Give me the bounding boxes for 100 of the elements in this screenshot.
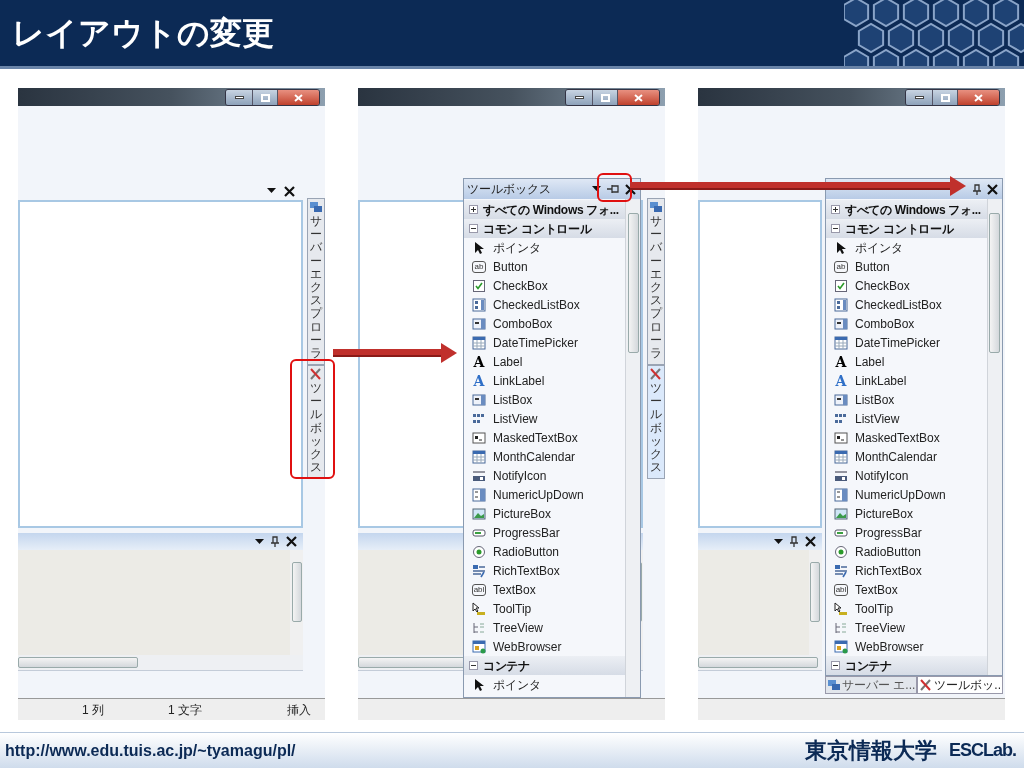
pin-icon[interactable] [607, 185, 619, 193]
toolbox-item[interactable]: MonthCalendar [826, 447, 987, 466]
pin-icon[interactable] [973, 183, 981, 195]
toolbox-item[interactable]: NotifyIcon [464, 466, 625, 485]
toolbox-item[interactable]: ListView [464, 409, 625, 428]
close-icon[interactable] [286, 536, 297, 547]
toolbox-item[interactable]: ab Button [464, 257, 625, 276]
side-tab[interactable]: ツールボックス [307, 365, 325, 480]
toolbox-item[interactable]: RadioButton [826, 542, 987, 561]
toolbox-item[interactable]: WebBrowser [826, 637, 987, 656]
pin-icon[interactable] [271, 536, 279, 547]
dropdown-icon[interactable] [255, 538, 264, 545]
toolbox-item[interactable]: CheckBox [464, 276, 625, 295]
toolbox-item[interactable]: MaskedTextBox [826, 428, 987, 447]
dropdown-icon[interactable] [774, 538, 783, 545]
toolbox-item[interactable]: ToolTip [464, 599, 625, 618]
tooltip-icon [472, 601, 486, 616]
maximize-button[interactable] [592, 90, 617, 105]
toolbox-item[interactable]: DateTimePicker [826, 333, 987, 352]
toolbox-group-header[interactable]: コンテナ [464, 656, 625, 675]
toolbox-item[interactable]: CheckBox [826, 276, 987, 295]
toolbox-group-header[interactable]: コモン コントロール [826, 219, 987, 238]
rich-text-icon [834, 563, 848, 578]
toolbox-item[interactable]: ListBox [464, 390, 625, 409]
scrollbar[interactable] [987, 199, 1002, 675]
toolbox-item[interactable]: ポインタ [826, 238, 987, 257]
toolbox-item[interactable]: ProgressBar [464, 523, 625, 542]
scrollbar[interactable] [698, 655, 822, 671]
side-tab[interactable]: サーバーエクスプローラ [307, 198, 325, 366]
toolbox-item[interactable]: ToolTip [826, 599, 987, 618]
maximize-button[interactable] [252, 90, 277, 105]
scrollbar[interactable] [809, 550, 822, 655]
letter-icon: A [472, 354, 486, 369]
toolbox-item[interactable]: abl TextBox [826, 580, 987, 599]
toolbox-item[interactable]: DateTimePicker [464, 333, 625, 352]
control-icon: abl [472, 583, 486, 596]
toolbox-item[interactable]: ComboBox [464, 314, 625, 333]
collapse-icon[interactable] [831, 224, 840, 233]
side-tab[interactable]: ツールボックス [647, 365, 665, 480]
toolbox-group-header[interactable]: すべての Windows フォ... [826, 200, 987, 219]
toolbox-item[interactable]: NumericUpDown [826, 485, 987, 504]
list-box-icon [472, 392, 486, 407]
minimize-button[interactable] [566, 90, 592, 105]
scrollbar[interactable] [18, 655, 303, 671]
toolbox-item[interactable]: ListView [826, 409, 987, 428]
close-button[interactable] [277, 90, 319, 105]
collapse-icon[interactable] [831, 661, 840, 670]
toolbox-item[interactable]: MonthCalendar [464, 447, 625, 466]
toolbox-group-header[interactable]: すべての Windows フォ... [464, 200, 625, 219]
scrollbar[interactable] [625, 199, 640, 697]
toolbox-item[interactable]: NotifyIcon [826, 466, 987, 485]
close-icon[interactable] [625, 183, 636, 195]
toolbox-item[interactable]: TreeView [826, 618, 987, 637]
toolbox-item[interactable]: RichTextBox [464, 561, 625, 580]
toolbox-item[interactable]: abl TextBox [464, 580, 625, 599]
toolbox-group-header[interactable]: コモン コントロール [464, 219, 625, 238]
scrollbar[interactable] [290, 550, 303, 655]
toolbox-item[interactable]: ListBox [826, 390, 987, 409]
toolbox-item[interactable]: ComboBox [826, 314, 987, 333]
letter-icon: A [834, 373, 848, 388]
toolbox-item[interactable]: MaskedTextBox [464, 428, 625, 447]
close-button[interactable] [957, 90, 999, 105]
close-icon[interactable] [805, 536, 816, 547]
toolbox-item[interactable]: CheckedListBox [464, 295, 625, 314]
toolbox-item[interactable]: ProgressBar [826, 523, 987, 542]
minimize-button[interactable] [226, 90, 252, 105]
toolbox-item[interactable]: ポインタ [464, 675, 625, 694]
dock-tab[interactable]: ツールボッ.. [917, 676, 1003, 694]
expand-icon[interactable] [469, 205, 478, 214]
toolbox-item[interactable]: A Label [464, 352, 625, 371]
side-tab[interactable]: サーバーエクスプローラ [647, 198, 665, 366]
toolbox-item[interactable]: RadioButton [464, 542, 625, 561]
toolbox-item[interactable]: A LinkLabel [464, 371, 625, 390]
dropdown-icon[interactable] [592, 186, 601, 192]
toolbox-item[interactable]: A Label [826, 352, 987, 371]
toolbox-item[interactable]: ポインタ [464, 238, 625, 257]
maximize-button[interactable] [932, 90, 957, 105]
list-view-icon [472, 411, 486, 426]
close-button[interactable] [617, 90, 659, 105]
close-icon[interactable] [987, 183, 998, 195]
toolbox-item[interactable]: PictureBox [826, 504, 987, 523]
expand-icon[interactable] [831, 205, 840, 214]
status-text: 挿入 [287, 701, 311, 719]
collapse-icon[interactable] [469, 224, 478, 233]
dropdown-icon[interactable] [267, 188, 276, 194]
toolbox-item[interactable]: ab Button [826, 257, 987, 276]
collapse-icon[interactable] [469, 661, 478, 670]
toolbox-item[interactable]: WebBrowser [464, 637, 625, 656]
toolbox-item[interactable]: TreeView [464, 618, 625, 637]
toolbox-item[interactable]: RichTextBox [826, 561, 987, 580]
pin-icon[interactable] [790, 536, 798, 547]
toolbox-item[interactable]: NumericUpDown [464, 485, 625, 504]
toolbox-group-header[interactable]: コンテナ [826, 656, 987, 675]
dock-tab[interactable]: サーバー エ... [825, 676, 918, 694]
slide-title: レイアウトの変更 [12, 14, 274, 53]
toolbox-item[interactable]: CheckedListBox [826, 295, 987, 314]
minimize-button[interactable] [906, 90, 932, 105]
toolbox-item[interactable]: PictureBox [464, 504, 625, 523]
toolbox-item[interactable]: A LinkLabel [826, 371, 987, 390]
close-icon[interactable] [284, 185, 295, 197]
